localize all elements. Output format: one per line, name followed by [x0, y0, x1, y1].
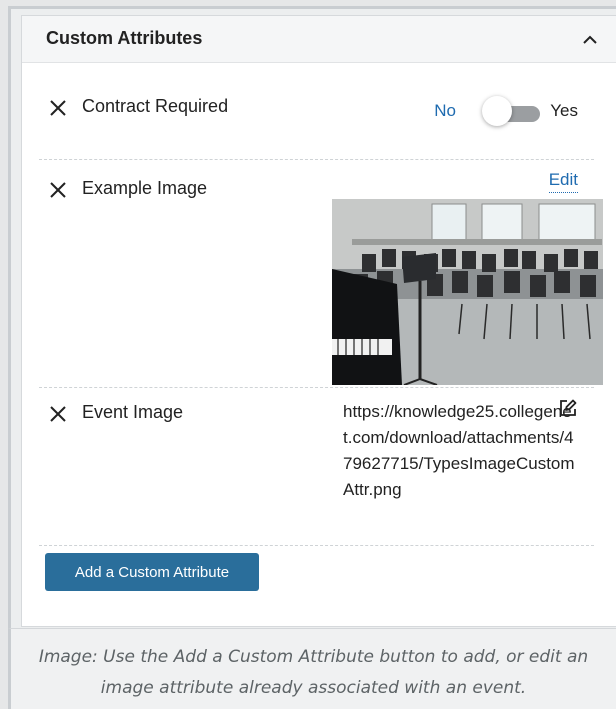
remove-icon[interactable] — [48, 98, 68, 118]
custom-attributes-panel: Custom Attributes Contract Required No Y… — [21, 15, 616, 627]
image-caption: Image: Use the Add a Custom Attribute bu… — [8, 628, 616, 709]
panel-header[interactable]: Custom Attributes — [22, 16, 616, 63]
toggle-no-label: No — [434, 101, 456, 120]
contract-toggle-group: No Yes — [418, 96, 578, 126]
toggle-yes-label: Yes — [550, 101, 578, 120]
edit-image-link[interactable]: Edit — [548, 170, 578, 193]
attribute-label: Contract Required — [82, 96, 229, 116]
contract-required-toggle[interactable] — [480, 96, 542, 126]
attribute-label: Event Image — [82, 402, 184, 422]
toggle-knob — [482, 96, 512, 126]
attribute-row-event-image: Event Image https://knowledge25.collegen… — [39, 388, 594, 546]
classroom-photo — [332, 199, 603, 385]
panel-title: Custom Attributes — [46, 28, 203, 48]
remove-icon[interactable] — [48, 404, 68, 424]
attribute-row-contract-required: Contract Required No Yes — [39, 76, 594, 160]
edit-icon[interactable] — [558, 398, 578, 418]
attribute-label: Example Image — [82, 178, 208, 198]
remove-icon[interactable] — [48, 180, 68, 200]
attribute-row-example-image: Example Image Edit — [39, 160, 603, 388]
event-image-url: https://knowledge25.collegenet.com/downl… — [343, 402, 575, 499]
chevron-up-icon[interactable] — [580, 30, 600, 50]
add-custom-attribute-button[interactable]: Add a Custom Attribute — [45, 553, 259, 591]
